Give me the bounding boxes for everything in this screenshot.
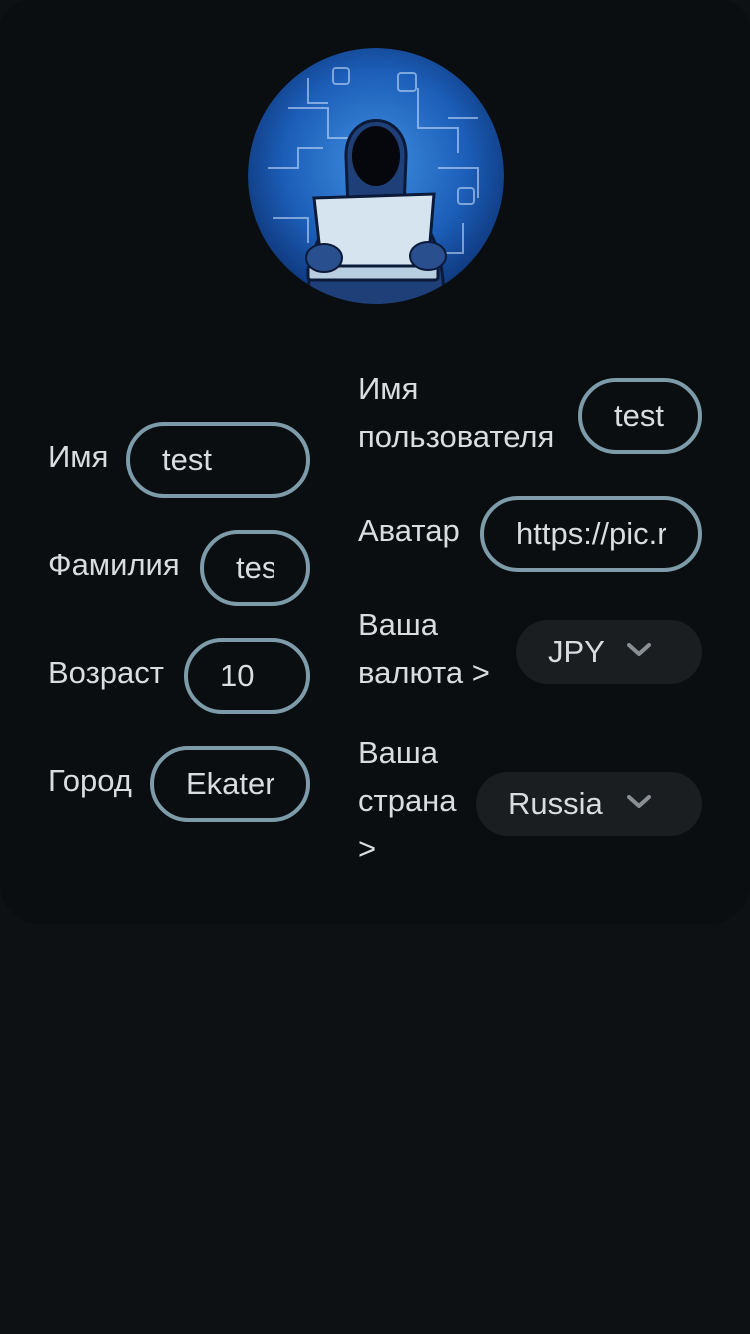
currency-select[interactable]: JPY [516,620,702,684]
country-label: Ваша страна > [358,729,457,873]
first-name-input[interactable] [126,422,310,498]
first-name-label: Имя [48,439,109,474]
country-select-value: Russia [508,786,603,821]
city-label: Город [48,763,132,798]
last-name-input[interactable] [200,530,310,606]
country-select[interactable]: Russia [476,772,702,836]
country-label-line2: страна [358,783,457,818]
chevron-down-icon [627,795,651,808]
last-name-label: Фамилия [48,547,180,582]
age-label: Возраст [48,655,164,690]
currency-label-line1: Ваша [358,607,439,642]
username-input[interactable] [578,378,702,454]
profile-avatar [248,48,504,304]
currency-label-line2: валюта > [358,655,490,690]
country-label-line1: Ваша [358,735,439,770]
currency-label: Ваша валюта > [358,601,490,697]
currency-select-value: JPY [548,634,605,669]
username-label: Имя пользователя [358,365,554,461]
city-input[interactable] [150,746,310,822]
age-input[interactable] [184,638,310,714]
username-label-line2: пользователя [358,419,555,454]
hooded-hacker-avatar-icon [248,48,504,304]
chevron-down-icon [627,643,651,656]
avatar-label: Аватар [358,513,460,548]
username-label-line1: Имя [358,371,419,406]
profile-card: Имя Фамилия Возраст Город Имя пользовате… [0,0,750,924]
avatar-url-input[interactable] [480,496,702,572]
country-label-line3: > [358,831,377,866]
